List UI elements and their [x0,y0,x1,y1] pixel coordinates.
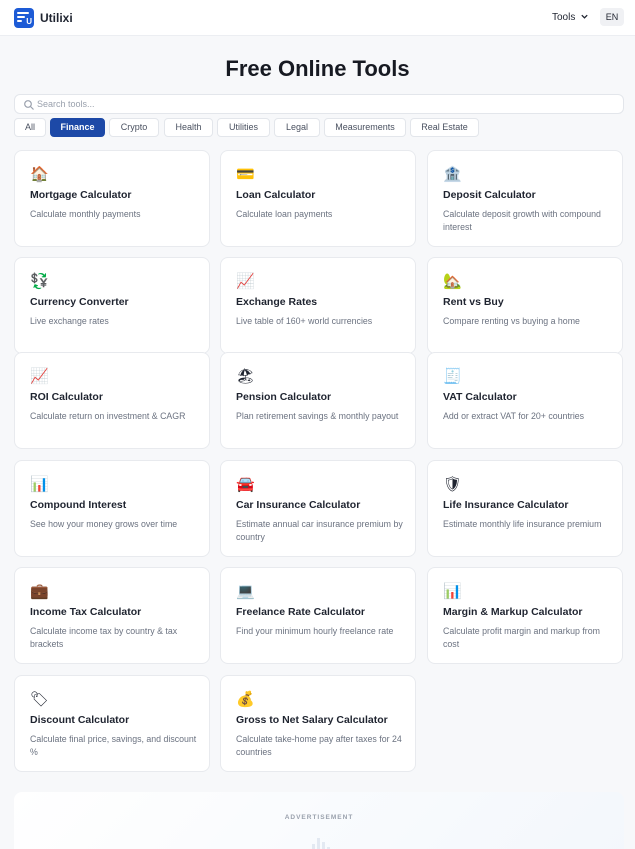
bank-icon: 🏦 [443,165,462,183]
tool-card[interactable]: 📈 Exchange Rates Live table of 160+ world … [220,257,416,354]
tool-card-title: Car Insurance Calculator [236,499,361,511]
tool-card-title: Income Tax Calculator [30,606,142,618]
tab-real-estate[interactable]: Real Estate [410,118,479,137]
tool-card-description: See how your money grows over time [30,519,178,529]
tool-card-description: Calculate income tax by country & tax br… [30,626,178,649]
tool-card[interactable]: 💱 Currency Converter Live exchange rates [14,257,210,354]
tool-card[interactable]: 🚘 Car Insurance Calculator Estimate annual… [220,460,416,557]
currency-exchange-icon: 💱 [30,272,49,290]
receipt-icon: 🧾 [443,367,462,385]
tool-card-description: Estimate annual car insurance premium by… [236,519,403,542]
tool-card-description: Live table of 160+ world currencies [236,316,373,326]
search-input[interactable] [37,97,597,111]
price-tag-icon: 🏷 [30,690,50,708]
tool-card[interactable]: 🏡 Rent vs Buy Compare renting vs buying a … [427,257,623,354]
tool-card-description: Calculate profit margin and markup from … [443,626,600,649]
tool-card-title: Pension Calculator [236,391,332,403]
page-title: Free Online Tools [225,56,410,81]
shield-icon: 🛡 [443,475,463,493]
tool-card-title: Margin & Markup Calculator [443,606,583,618]
tool-card[interactable]: 🧾 VAT Calculator Add or extract VAT for 20… [427,352,623,449]
beach-umbrella-icon: 🏖 [236,367,256,385]
logo-icon[interactable]: U [14,8,34,28]
tool-card-description: Calculate deposit growth with compound i… [443,209,601,232]
tool-card-title: Discount Calculator [30,714,130,726]
laptop-icon: 💻 [236,582,255,600]
tool-card[interactable]: 🏠 Mortgage Calculator Calculate monthly pa… [14,150,210,247]
tool-card-description: Estimate monthly life insurance premium [443,519,602,529]
search-icon [24,100,34,110]
chevron-down-icon [581,14,588,19]
advertisement-label: ADVERTISEMENT [284,814,354,821]
search-bar[interactable] [14,94,624,114]
tool-card[interactable]: 💼 Income Tax Calculator Calculate income t… [14,567,210,664]
site-header: U Utilixi Tools EN [0,0,635,36]
briefcase-icon: 💼 [30,582,49,600]
tool-card-title: Gross to Net Salary Calculator [236,714,388,726]
money-bag-icon: 💰 [236,690,255,708]
tool-card-title: Loan Calculator [236,189,316,201]
tool-card-description: Calculate take-home pay after taxes for … [236,734,402,757]
tool-card-title: Compound Interest [30,499,127,511]
tool-card-description: Calculate loan payments [236,209,333,219]
tool-card[interactable]: 🏖 Pension Calculator Plan retirement savin… [220,352,416,449]
car-icon: 🚘 [236,475,255,493]
tool-card[interactable]: 📊 Margin & Markup Calculator Calculate pro… [427,567,623,664]
tool-card[interactable]: 🛡 Life Insurance Calculator Estimate month… [427,460,623,557]
tab-legal[interactable]: Legal [274,118,320,137]
house-garden-icon: 🏡 [443,272,462,290]
tool-card-title: Freelance Rate Calculator [236,606,365,618]
language-button[interactable]: EN [600,8,624,26]
tab-crypto[interactable]: Crypto [109,118,159,137]
tool-card[interactable]: 📈 ROI Calculator Calculate return on inves… [14,352,210,449]
chart-up-icon: 📈 [236,272,255,290]
tool-card-title: Rent vs Buy [443,296,504,308]
chart-up-icon: 📈 [30,367,49,385]
tool-card-description: Calculate monthly payments [30,209,141,219]
tool-card[interactable]: 💰 Gross to Net Salary Calculator Calculate… [220,675,416,772]
tool-card-title: ROI Calculator [30,391,103,403]
ad-placeholder-icon [312,834,332,849]
tool-card-description: Find your minimum hourly freelance rate [236,626,394,636]
tab-health[interactable]: Health [164,118,213,137]
tab-finance[interactable]: Finance [50,118,105,137]
tool-card-title: Currency Converter [30,296,129,308]
house-icon: 🏠 [30,165,49,183]
tool-card[interactable]: 🏦 Deposit Calculator Calculate deposit gro… [427,150,623,247]
tool-card-title: Mortgage Calculator [30,189,132,201]
tool-card-description: Live exchange rates [30,316,109,326]
tool-card-description: Calculate final price, savings, and disc… [30,734,197,757]
tool-card-description: Compare renting vs buying a home [443,316,580,326]
credit-card-icon: 💳 [236,165,255,183]
tools-menu-label: Tools [552,12,576,23]
bar-chart-icon: 📊 [30,475,49,493]
tool-card-title: VAT Calculator [443,391,517,403]
tool-card-title: Life Insurance Calculator [443,499,569,511]
advertisement-slot: ADVERTISEMENT [14,792,624,849]
tool-card-title: Deposit Calculator [443,189,536,201]
bar-chart-icon: 📊 [443,582,462,600]
tools-menu-button[interactable]: Tools [552,12,589,23]
tool-card-description: Add or extract VAT for 20+ countries [443,411,585,421]
tab-measurements[interactable]: Measurements [324,118,406,137]
tool-card-description: Calculate return on investment & CAGR [30,411,186,421]
tool-card[interactable]: 💳 Loan Calculator Calculate loan payments [220,150,416,247]
tool-card-title: Exchange Rates [236,296,318,308]
tab-utilities[interactable]: Utilities [217,118,270,137]
tool-card[interactable]: 🏷 Discount Calculator Calculate final pric… [14,675,210,772]
tool-card[interactable]: 💻 Freelance Rate Calculator Find your mini… [220,567,416,664]
tool-card-description: Plan retirement savings & monthly payout [236,411,399,421]
tool-card[interactable]: 📊 Compound Interest See how your money gro… [14,460,210,557]
tab-all[interactable]: All [14,118,46,137]
brand-name[interactable]: Utilixi [40,11,73,25]
